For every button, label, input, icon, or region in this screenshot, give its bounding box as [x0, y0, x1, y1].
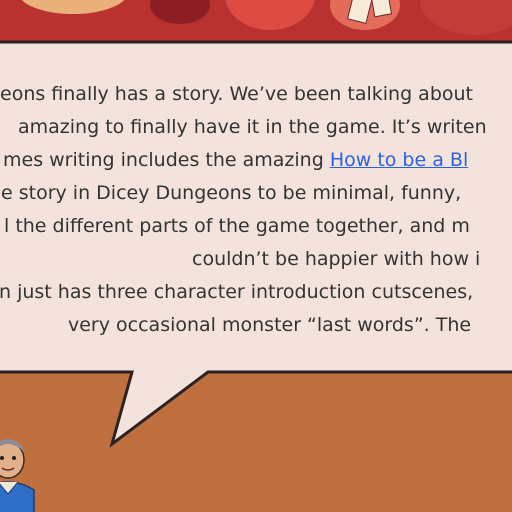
text-line: eons finally has a story. We’ve been tal… [0, 83, 474, 105]
text-line: very occasional monster “last words”. Th… [68, 314, 472, 336]
text-line: couldn’t be happier with how i [192, 248, 481, 270]
book-link[interactable]: How to be a Bl [330, 149, 468, 171]
text-line: e story in Dicey Dungeons to be minimal,… [1, 182, 462, 204]
text-line: n just has three character introduction … [0, 281, 474, 303]
text-line: amazing to finally have it in the game. … [18, 116, 487, 138]
text-line: l the different parts of the game togeth… [4, 215, 470, 237]
text-line: mes writing includes the amazing How to … [3, 149, 469, 171]
character-portrait [0, 439, 35, 512]
screen: eons finally has a story. We’ve been tal… [0, 0, 512, 512]
